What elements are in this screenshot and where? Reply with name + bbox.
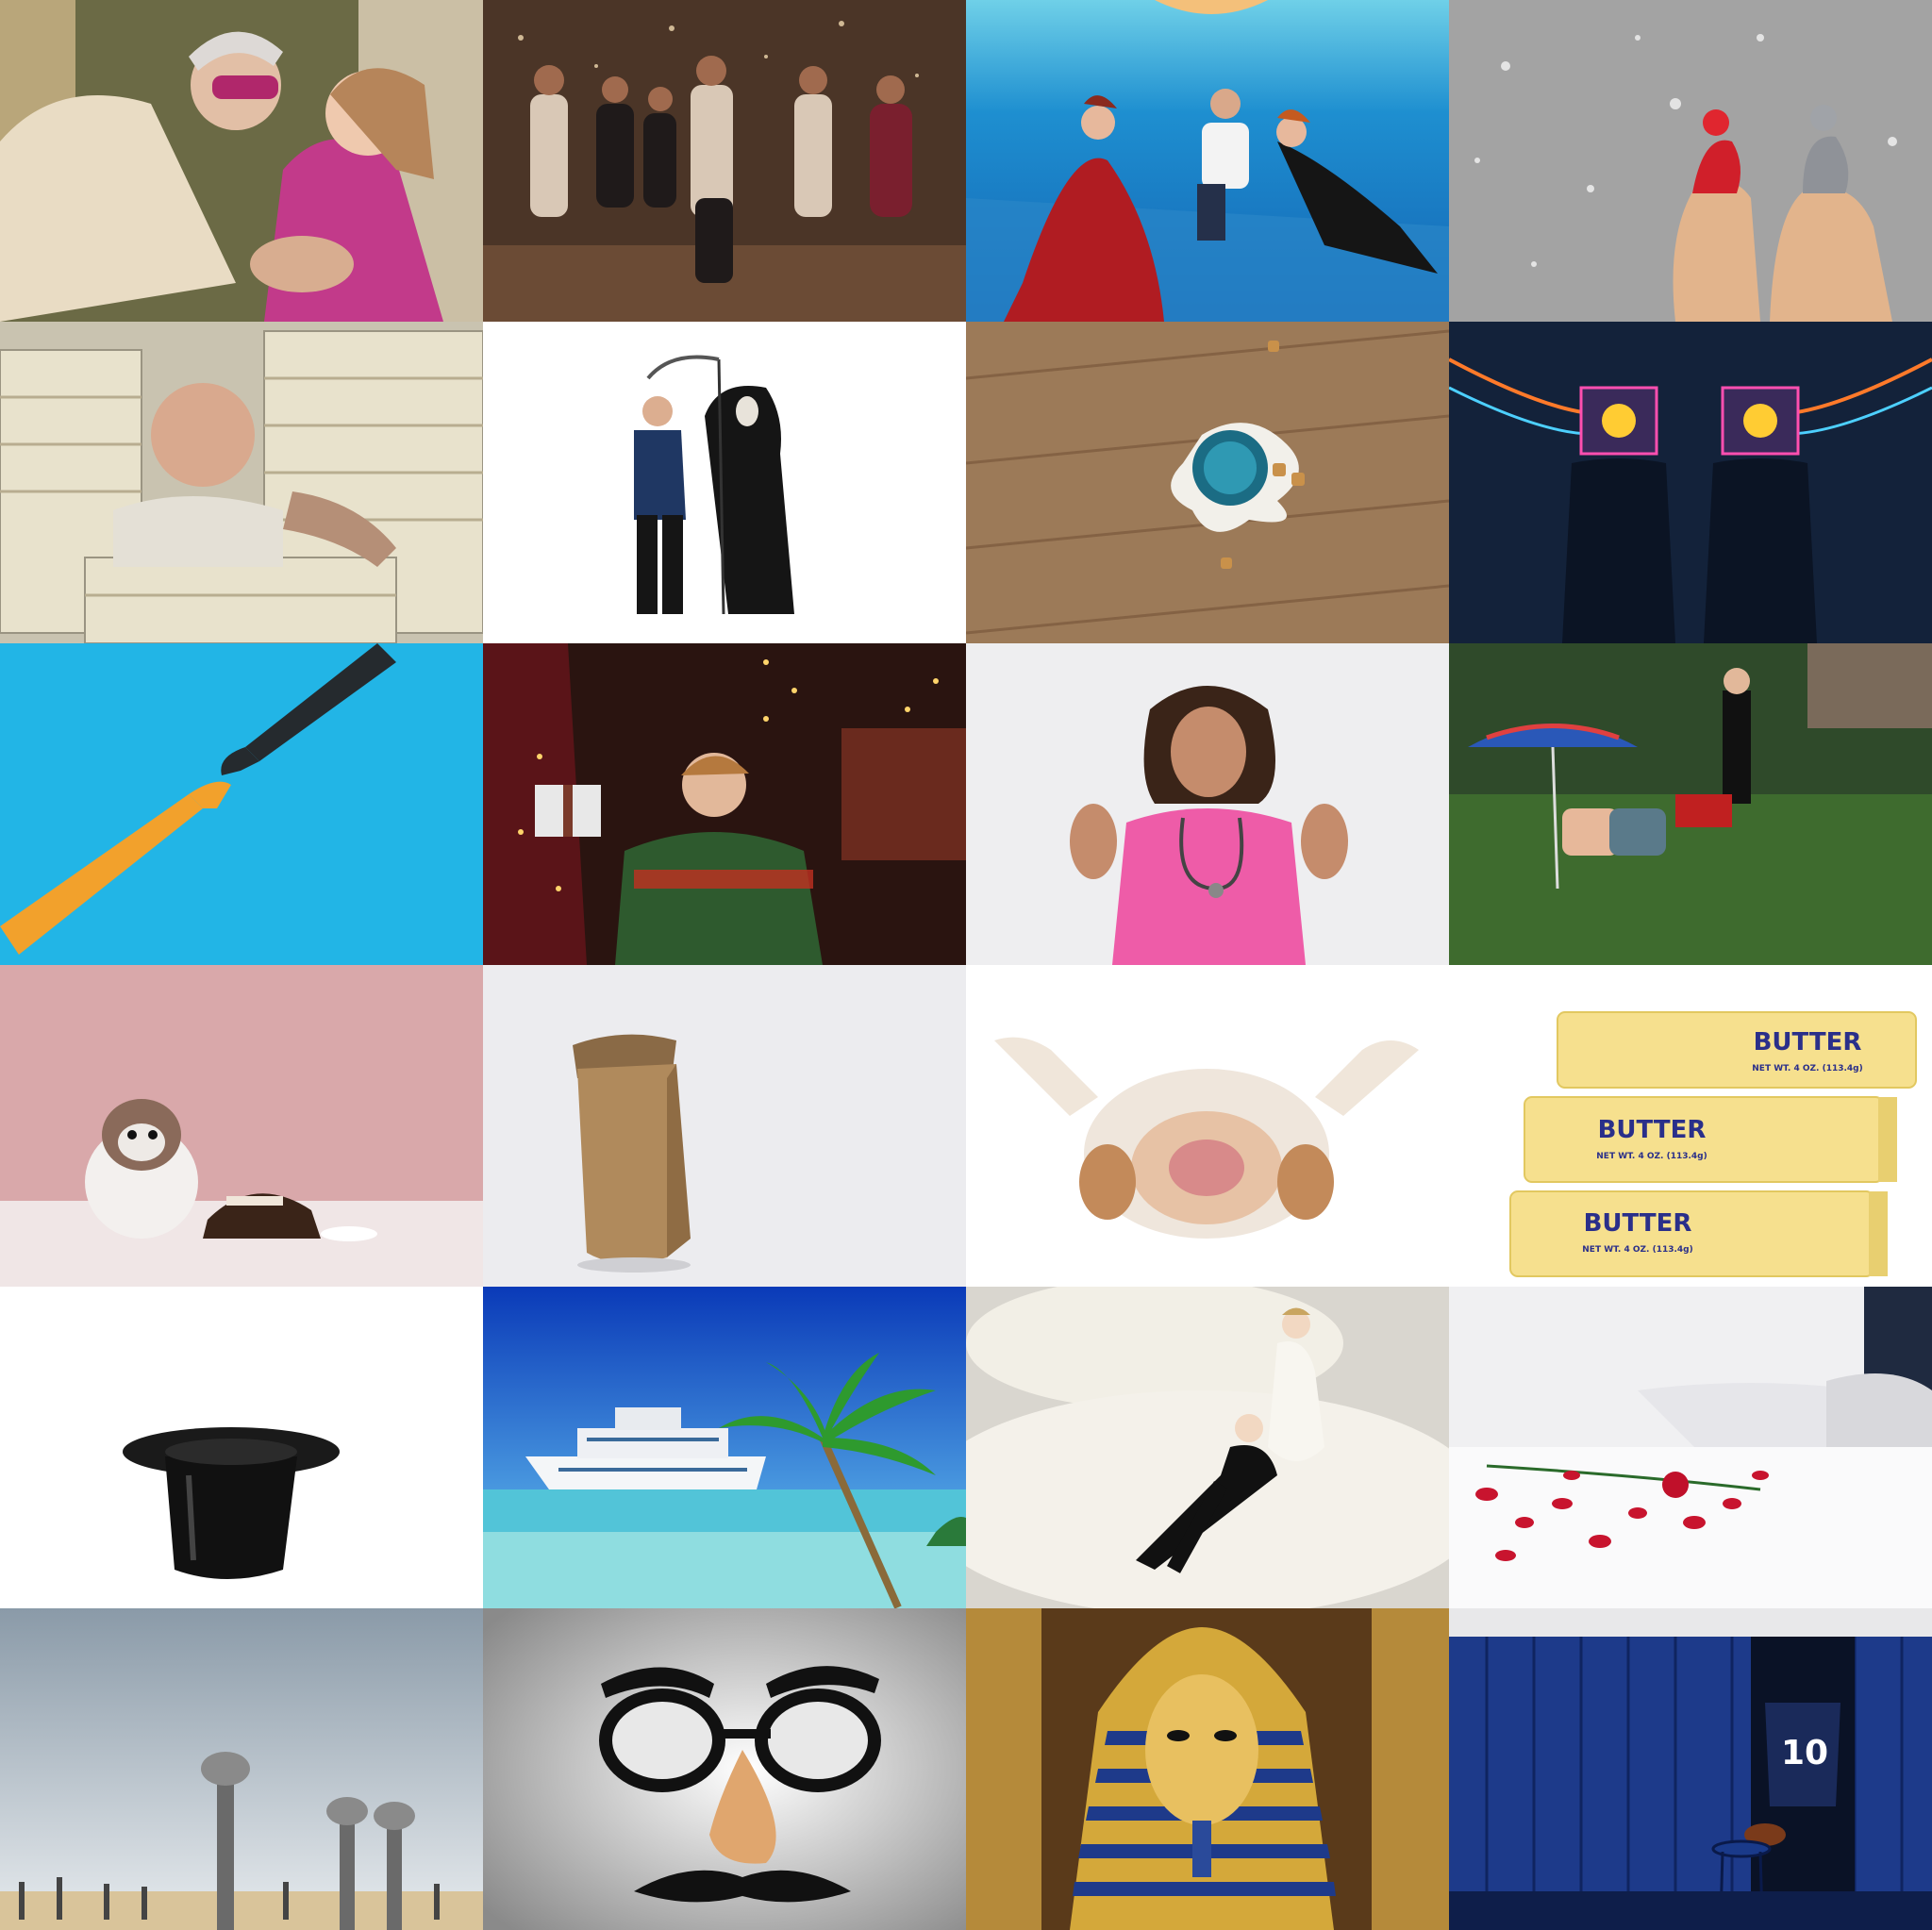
tile-top-hat [0, 1287, 483, 1608]
tile-spilled-cereal-bowl [966, 322, 1449, 643]
tile-man-buried-in-paperwork [0, 322, 483, 643]
photo-grid: BUTTER NET WT. 4 OZ. (113.4g) BUTTER NET… [0, 0, 1932, 1930]
jersey-number: 10 [1781, 1734, 1828, 1772]
tile-figures-with-emoji-screen-heads [1449, 322, 1932, 643]
tile-party-dancers-confetti [483, 0, 966, 322]
tile-rose-petals-on-bed [1449, 1287, 1932, 1608]
tile-locker-room-jersey: 10 [1449, 1608, 1932, 1930]
butter-label-bottom: BUTTER [1584, 1209, 1692, 1238]
butter-label-top: BUTTER [1754, 1028, 1862, 1057]
tile-toes-with-knit-hats [1449, 0, 1932, 322]
tile-nurse-rock-gesture [966, 643, 1449, 965]
tile-wedding-cake-topper [966, 1287, 1449, 1608]
tile-butter-sticks: BUTTER NET WT. 4 OZ. (113.4g) BUTTER NET… [1449, 965, 1932, 1287]
tile-cruise-ship-and-palm [483, 1287, 966, 1608]
tile-robot-and-doll-hands [0, 643, 483, 965]
tile-paper-bag [483, 965, 966, 1287]
tile-elderly-woman-and-girl [0, 0, 483, 322]
tile-groucho-glasses [483, 1608, 966, 1930]
butter-weight-top: NET WT. 4 OZ. (113.4g) [1752, 1064, 1862, 1073]
tile-boy-with-christmas-gift [483, 643, 966, 965]
tile-man-and-grim-reaper [483, 322, 966, 643]
tile-pharaoh-mask [966, 1608, 1449, 1930]
tile-ostriches [0, 1608, 483, 1930]
butter-label-middle: BUTTER [1598, 1116, 1707, 1144]
tile-upside-down-bulldog [966, 965, 1449, 1287]
tile-underwater-tea-party [966, 0, 1449, 322]
butter-weight-middle: NET WT. 4 OZ. (113.4g) [1596, 1152, 1707, 1161]
butter-weight-bottom: NET WT. 4 OZ. (113.4g) [1582, 1245, 1692, 1255]
tile-butler-mowing-lawn [1449, 643, 1932, 965]
tile-puppy-and-cake [0, 965, 483, 1287]
